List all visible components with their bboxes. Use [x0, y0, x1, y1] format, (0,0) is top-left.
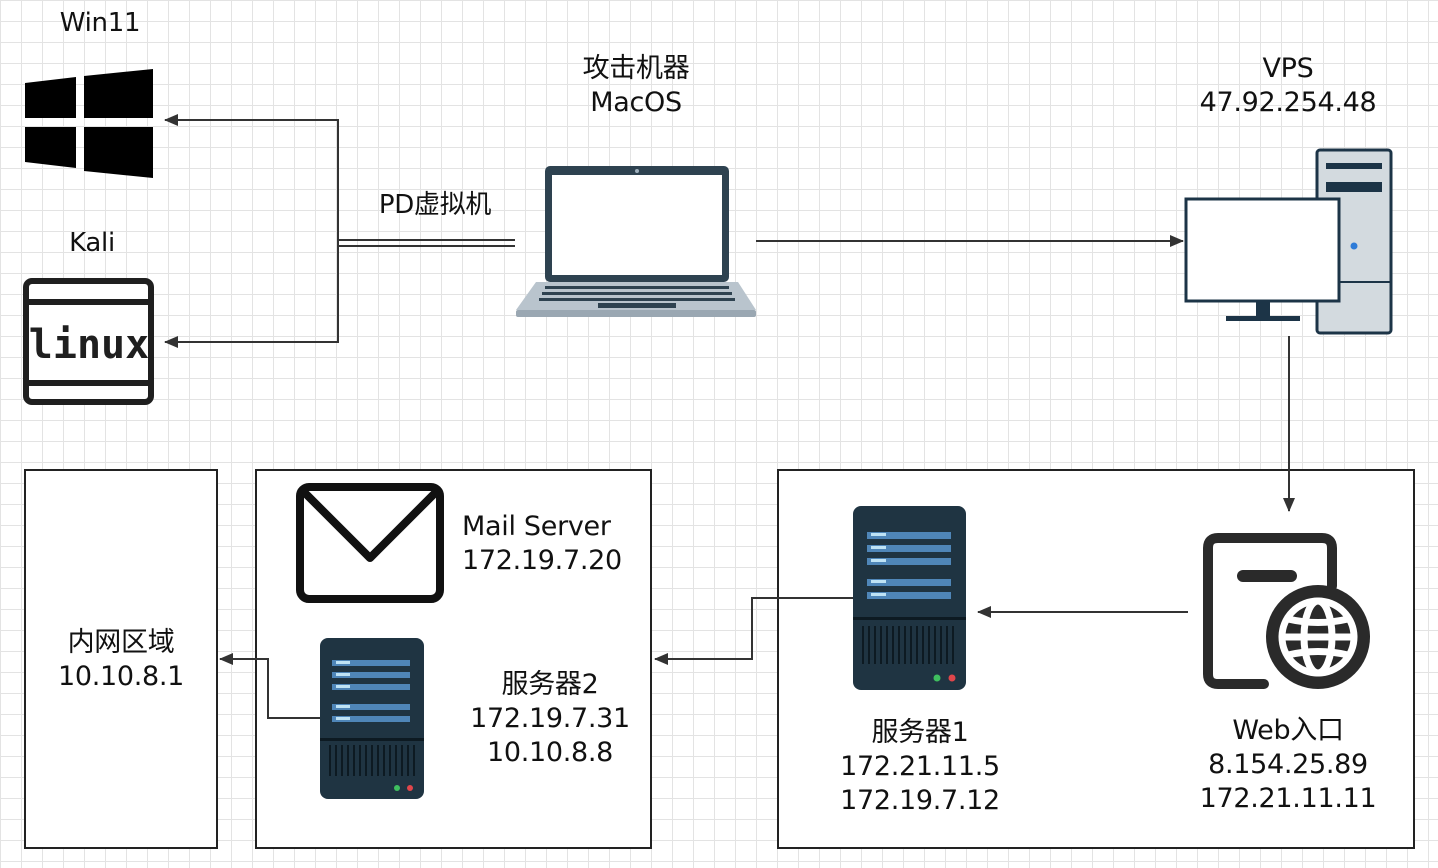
server1-label: 服务器1 172.21.11.5 172.19.7.12: [820, 716, 1020, 818]
mail-server-label: Mail Server 172.19.7.20: [462, 510, 652, 578]
vm-branch-kali: [164, 243, 339, 348]
server-icon: [853, 506, 966, 690]
vps-label: VPS 47.92.254.48: [1178, 52, 1398, 120]
server1-ip2: 172.19.7.12: [840, 785, 1000, 816]
server2-label: 服务器2 172.19.7.31 10.10.8.8: [458, 668, 642, 770]
web-entry-ip1: 8.154.25.89: [1208, 749, 1368, 780]
laptop-icon: [516, 166, 756, 317]
intranet-label: 内网区域 10.10.8.1: [30, 626, 212, 694]
linux-icon: linux: [23, 278, 154, 405]
attacker-os: MacOS: [590, 87, 682, 118]
server1-ip1: 172.21.11.5: [840, 751, 1000, 782]
intranet-title: 内网区域: [67, 627, 175, 658]
windows-icon: [25, 69, 153, 178]
mail-icon: [296, 483, 444, 603]
attacker-label: 攻击机器 MacOS: [536, 52, 736, 120]
server-icon: [320, 638, 424, 799]
server2-title: 服务器2: [501, 669, 599, 700]
web-entry-label: Web入口 8.154.25.89 172.21.11.11: [1178, 714, 1398, 816]
attacker-name: 攻击机器: [582, 53, 690, 84]
server1-title: 服务器1: [871, 717, 969, 748]
server2-ip2: 10.10.8.8: [486, 737, 614, 768]
web-entry-title: Web入口: [1232, 715, 1344, 746]
web-entry-ip2: 172.21.11.11: [1199, 783, 1377, 814]
pd-vm-label: PD虚拟机: [360, 188, 510, 222]
vm-branch-win11: [164, 114, 339, 243]
mail-server-title: Mail Server: [462, 511, 611, 542]
intranet-ip: 10.10.8.1: [57, 661, 185, 692]
win11-title: Win11: [59, 8, 141, 38]
mail-server-ip: 172.19.7.20: [462, 545, 622, 576]
vps-title: VPS: [1262, 53, 1314, 84]
pd-vm-text: PD虚拟机: [378, 190, 492, 220]
win11-label: Win11: [40, 6, 160, 40]
kali-label: Kali: [42, 226, 142, 260]
desktop-pc-icon: [1184, 148, 1393, 335]
kali-title: Kali: [69, 228, 115, 258]
server2-ip1: 172.19.7.31: [470, 703, 630, 734]
vps-ip: 47.92.254.48: [1199, 87, 1377, 118]
linux-logo-text: linux: [29, 322, 149, 368]
